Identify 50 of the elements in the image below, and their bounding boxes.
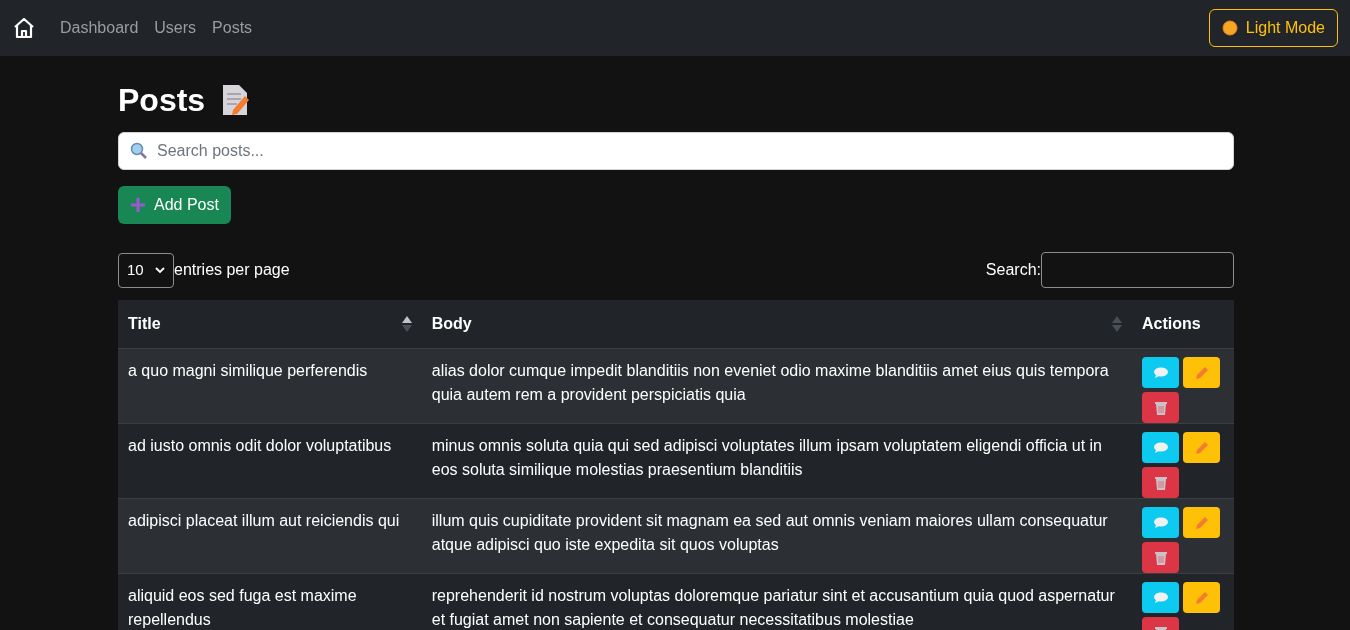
table-cell: aliquid eos sed fuga est maxime repellendus <box>118 573 422 630</box>
edit-button[interactable] <box>1183 582 1220 613</box>
add-post-button[interactable]: Add Post <box>118 186 231 224</box>
page-size-label: entries per page <box>174 260 290 280</box>
table-search-field[interactable] <box>1041 252 1234 288</box>
delete-button[interactable] <box>1142 542 1179 573</box>
page-title: Posts <box>118 84 206 116</box>
page-size-select[interactable]: 10 <box>118 252 174 288</box>
pencil-icon <box>1194 515 1209 530</box>
table-cell: adipisci placeat illum aut reiciendis qui <box>118 498 422 574</box>
pencil-icon <box>1194 590 1209 605</box>
trash-icon <box>1153 399 1168 416</box>
column-header[interactable]: Title <box>118 300 422 349</box>
trash-icon <box>1153 474 1168 491</box>
edit-button[interactable] <box>1183 357 1220 388</box>
column-header: Actions <box>1132 300 1234 349</box>
table-cell: a quo magni similique perferendis <box>118 348 422 424</box>
table-search-label: Search: <box>985 260 1041 280</box>
pencil-icon <box>1194 365 1209 380</box>
comment-button[interactable] <box>1142 582 1179 613</box>
table-cell: alias dolor cumque impedit blanditiis non eveniet odio maxime blanditiis amet eius quis tempora quia autem rem a provident perspiciatis quia <box>421 348 1132 424</box>
table-cell: illum quis cupiditate provident sit magnam ea sed aut omnis veniam maiores ullam consequatur atque adipisci quo iste expedita sit quos voluptas <box>421 498 1132 574</box>
table-cell: ad iusto omnis odit dolor voluptatibus <box>118 423 422 499</box>
theme-toggle-button[interactable]: Light Mode <box>1208 9 1338 47</box>
speech-bubble-icon <box>1152 441 1169 454</box>
comment-button[interactable] <box>1142 357 1179 388</box>
home-icon[interactable] <box>12 16 36 40</box>
column-header[interactable]: Body <box>421 300 1132 349</box>
sort-icon[interactable] <box>401 315 412 333</box>
comment-button[interactable] <box>1142 507 1179 538</box>
delete-button[interactable] <box>1142 392 1179 423</box>
table-cell: minus omnis soluta quia qui sed adipisci voluptates illum ipsam voluptatem eligendi officia ut in eos soluta similique molestias praesentium blanditiis <box>421 423 1132 499</box>
trash-icon <box>1153 549 1168 566</box>
speech-bubble-icon <box>1152 366 1169 379</box>
nav-link[interactable]: Dashboard <box>60 16 139 40</box>
edit-button[interactable] <box>1183 432 1220 463</box>
document-pencil-icon <box>221 84 252 116</box>
speech-bubble-icon <box>1152 591 1169 604</box>
pencil-icon <box>1194 440 1209 455</box>
search-field[interactable]: Search posts... <box>118 132 1234 170</box>
comment-button[interactable] <box>1142 432 1179 463</box>
table-cell: reprehenderit id nostrum voluptas doloremque pariatur sint et accusantium quia quod aspernatur et fugiat amet non sapiente et consequatur necessitatibus molestiae <box>421 573 1132 630</box>
nav-link[interactable]: Posts <box>212 16 253 40</box>
sun-icon <box>1221 20 1238 36</box>
plus-icon <box>130 197 146 213</box>
delete-button[interactable] <box>1142 467 1179 498</box>
chevron-down-icon <box>155 266 165 274</box>
nav-link[interactable]: Users <box>154 16 197 40</box>
speech-bubble-icon <box>1152 516 1169 529</box>
edit-button[interactable] <box>1183 507 1220 538</box>
